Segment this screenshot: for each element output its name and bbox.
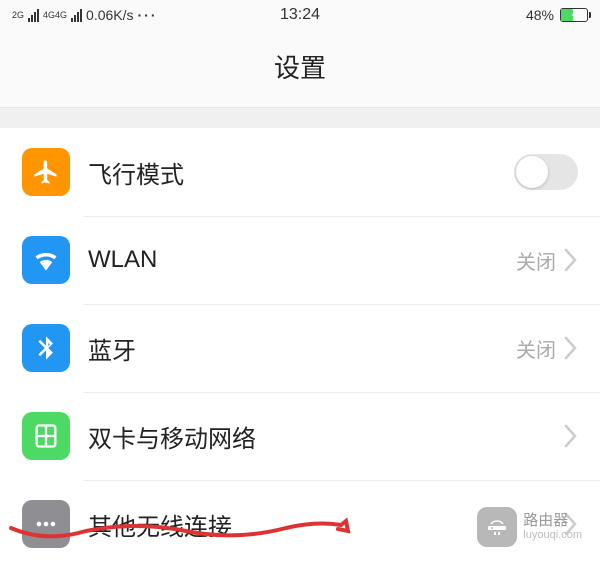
watermark-title: 路由器 bbox=[523, 513, 582, 530]
watermark-url: luyouqi.com bbox=[523, 529, 582, 541]
page-title: 设置 bbox=[0, 48, 600, 85]
airplane-icon bbox=[22, 148, 70, 196]
more-icon bbox=[22, 500, 70, 548]
watermark: 路由器 luyouqi.com bbox=[467, 501, 592, 553]
bluetooth-value: 关闭 bbox=[516, 334, 556, 363]
battery-percent: 48% bbox=[526, 7, 554, 23]
section-gap bbox=[0, 108, 600, 128]
network-speed: 0.06K/s bbox=[86, 7, 133, 23]
watermark-icon bbox=[477, 507, 517, 547]
status-bar: 2G 4G4G 0.06K/s ··· 13:24 48% bbox=[0, 0, 600, 30]
bluetooth-label: 蓝牙 bbox=[88, 331, 516, 366]
signal-bars-1 bbox=[28, 8, 39, 22]
row-airplane-mode[interactable]: 飞行模式 bbox=[0, 128, 600, 216]
status-left: 2G 4G4G 0.06K/s ··· bbox=[12, 7, 158, 23]
watermark-text: 路由器 luyouqi.com bbox=[523, 513, 582, 542]
chevron-right-icon bbox=[564, 248, 578, 272]
airplane-label: 飞行模式 bbox=[88, 155, 514, 190]
more-dots: ··· bbox=[138, 7, 158, 23]
status-right: 48% bbox=[526, 7, 588, 23]
status-time: 13:24 bbox=[280, 6, 320, 24]
airplane-toggle[interactable] bbox=[514, 154, 578, 190]
wlan-label: WLAN bbox=[88, 246, 516, 274]
signal-bars-2 bbox=[71, 8, 82, 22]
toggle-knob bbox=[516, 156, 548, 188]
signal-4g-label: 4G4G bbox=[43, 11, 67, 20]
row-bluetooth[interactable]: 蓝牙 关闭 bbox=[0, 304, 600, 392]
chevron-right-icon bbox=[564, 424, 578, 448]
row-wlan[interactable]: WLAN 关闭 bbox=[0, 216, 600, 304]
sim-icon bbox=[22, 412, 70, 460]
charging-icon bbox=[571, 10, 577, 20]
sim-label: 双卡与移动网络 bbox=[88, 419, 564, 454]
chevron-right-icon bbox=[564, 336, 578, 360]
wifi-icon bbox=[22, 236, 70, 284]
row-dual-sim[interactable]: 双卡与移动网络 bbox=[0, 392, 600, 480]
bluetooth-icon bbox=[22, 324, 70, 372]
signal-2g-label: 2G bbox=[12, 11, 24, 20]
wlan-value: 关闭 bbox=[516, 246, 556, 275]
battery-icon bbox=[560, 8, 588, 22]
page-header: 设置 bbox=[0, 30, 600, 108]
